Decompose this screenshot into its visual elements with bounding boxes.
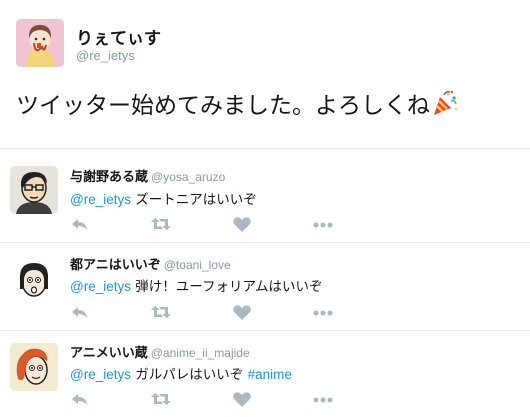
avatar[interactable] [10, 166, 58, 214]
reply-header: 与謝野ある蔵 @yosa_aruzo [70, 166, 225, 185]
reply-icon[interactable] [70, 303, 92, 321]
display-name[interactable]: りぇてぃす [76, 24, 161, 49]
tweet-text-body: ツイッター始めてみました。よろしくね [16, 93, 430, 119]
user-handle[interactable]: @yosa_aruzo [151, 170, 225, 184]
hashtag-link[interactable]: #anime [248, 367, 292, 382]
display-name[interactable]: 都アニはいいぞ [70, 258, 161, 273]
like-icon[interactable] [232, 390, 254, 408]
retweet-icon[interactable] [150, 303, 172, 321]
reply-tweet: 都アニはいいぞ @toani_love @re_ietys 弾け！ユーフォリアムは… [0, 243, 530, 331]
display-name[interactable]: アニメいい蔵 [70, 346, 148, 361]
reply-tweet: アニメいい蔵 @anime_ii_majide @re_ietys ガルパレはいい… [0, 331, 530, 417]
reply-header: 都アニはいいぞ @toani_love [70, 254, 231, 273]
mention-link[interactable]: @re_ietys [70, 367, 131, 382]
reply-text: @re_ietys ズートニアはいいぞ [70, 188, 257, 208]
main-tweet: りぇてぃす @re_ietys ツイッター始めてみました。よろしくね [0, 0, 530, 149]
party-popper-icon [431, 89, 459, 117]
user-handle[interactable]: @toani_love [164, 258, 231, 272]
user-handle[interactable]: @anime_ii_majide [151, 346, 250, 360]
reply-text: @re_ietys 弾け！ユーフォリアムはいいぞ [70, 275, 323, 295]
reply-text-body: ガルパレはいいぞ [130, 367, 248, 383]
tweet-text: ツイッター始めてみました。よろしくね [16, 86, 459, 120]
user-handle[interactable]: @re_ietys [76, 48, 135, 63]
reply-header: アニメいい蔵 @anime_ii_majide [70, 342, 250, 361]
avatar[interactable] [16, 19, 64, 67]
retweet-icon[interactable] [150, 215, 172, 233]
more-icon[interactable] [312, 303, 334, 321]
reply-icon[interactable] [70, 215, 92, 233]
mention-link[interactable]: @re_ietys [70, 192, 131, 207]
like-icon[interactable] [232, 303, 254, 321]
display-name[interactable]: 与謝野ある蔵 [70, 170, 148, 185]
avatar[interactable] [10, 343, 58, 391]
reply-icon[interactable] [70, 390, 92, 408]
like-icon[interactable] [232, 215, 254, 233]
more-icon[interactable] [312, 215, 334, 233]
reply-text-body: ズートニアはいいぞ [130, 192, 257, 208]
retweet-icon[interactable] [150, 390, 172, 408]
reply-text-body: 弾け！ユーフォリアムはいいぞ [130, 279, 323, 295]
mention-link[interactable]: @re_ietys [70, 279, 131, 294]
reply-tweet: 与謝野ある蔵 @yosa_aruzo @re_ietys ズートニアはいいぞ [0, 149, 530, 243]
avatar[interactable] [10, 255, 58, 303]
reply-text: @re_ietys ガルパレはいいぞ #anime [70, 363, 292, 383]
more-icon[interactable] [312, 390, 334, 408]
